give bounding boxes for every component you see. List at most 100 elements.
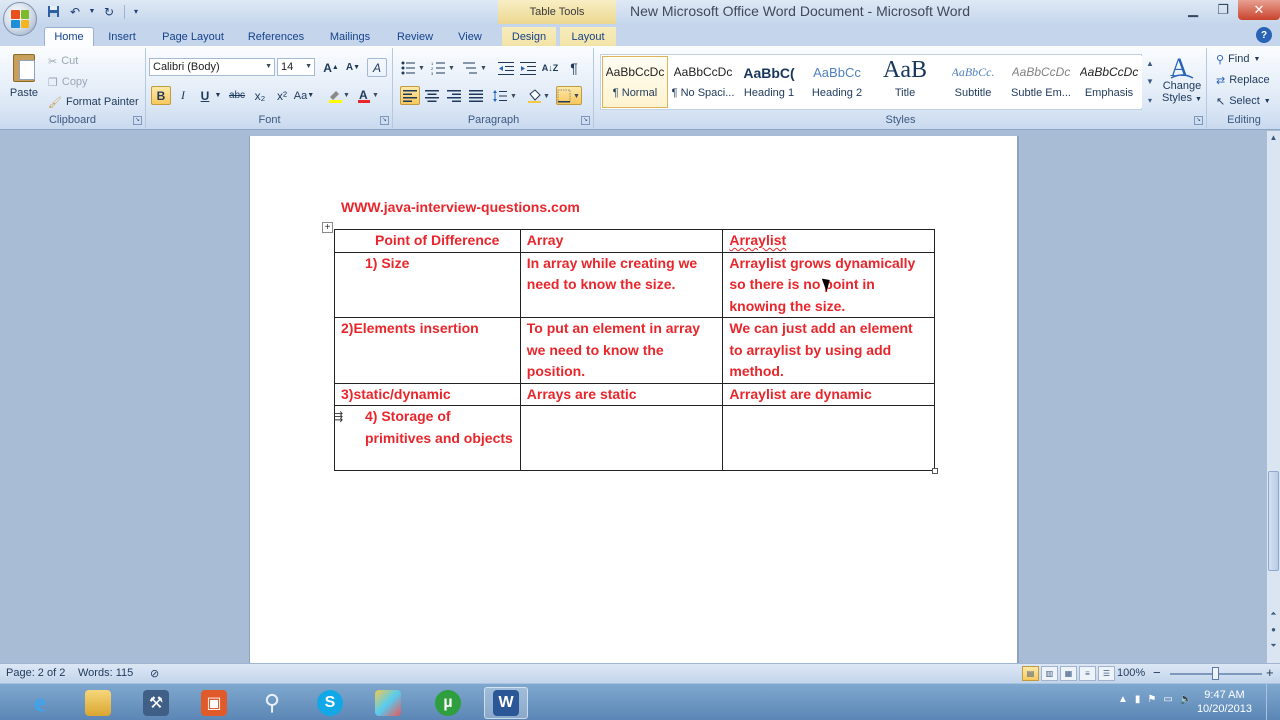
find-button[interactable]: ⚲ Find ▼ <box>1216 50 1260 68</box>
sort-button[interactable]: A↓Z <box>540 58 560 77</box>
table-cell[interactable]: Array <box>519 229 724 253</box>
underline-button[interactable]: U <box>195 86 215 105</box>
italic-button[interactable]: I <box>173 86 193 105</box>
paste-button[interactable]: Paste <box>6 52 42 108</box>
tab-mailings[interactable]: Mailings <box>322 27 378 46</box>
style-emphasis[interactable]: AaBbCcDc Emphasis <box>1076 56 1142 108</box>
align-right-button[interactable] <box>444 86 464 105</box>
zoom-out-icon[interactable]: − <box>1153 665 1161 680</box>
numbering-button[interactable]: 1 2 3 ▼ <box>430 58 456 77</box>
minimize-button[interactable]: ▁ <box>1178 0 1208 20</box>
clear-formatting-button[interactable]: A <box>367 58 387 77</box>
select-button[interactable]: ↖ Select ▼ <box>1216 92 1271 110</box>
shading-button[interactable]: ▼ <box>526 86 552 105</box>
redo-icon[interactable]: ↻ <box>100 3 118 20</box>
line-spacing-button[interactable]: ▼ <box>492 86 518 105</box>
battery-icon[interactable]: ▭ <box>1163 694 1172 705</box>
undo-icon[interactable]: ↶ <box>66 3 84 20</box>
next-page-icon[interactable]: ⏷ <box>1267 639 1280 653</box>
utorrent-icon[interactable]: µ <box>426 687 470 719</box>
tab-insert[interactable]: Insert <box>100 27 144 46</box>
flag-icon[interactable]: ⚑ <box>1147 694 1156 705</box>
table-cell[interactable]: Arraylist <box>722 229 935 253</box>
undo-dropdown-icon[interactable]: ▼ <box>88 3 96 20</box>
show-desktop-button[interactable] <box>1266 684 1280 720</box>
tab-home[interactable]: Home <box>44 27 94 46</box>
tools-app-icon[interactable]: ⚒ <box>134 687 178 719</box>
change-styles-button[interactable]: A Change Styles ▼ <box>1160 52 1204 112</box>
scroll-thumb[interactable] <box>1268 471 1279 571</box>
comparison-table[interactable]: Point of Difference Array Arraylist 1) S… <box>334 229 935 471</box>
zoom-level[interactable]: 100% <box>1117 667 1145 679</box>
style-subtitle[interactable]: AaBbCc. Subtitle <box>940 56 1006 108</box>
strikethrough-button[interactable]: abc <box>227 86 247 105</box>
chevron-up-icon[interactable]: ▲ <box>1146 59 1154 68</box>
table-cell[interactable]: To put an element in array we need to kn… <box>519 317 724 384</box>
table-cell[interactable]: Arrays are static <box>519 382 724 406</box>
file-explorer-icon[interactable] <box>76 687 120 719</box>
show-hide-button[interactable]: ¶ <box>564 58 584 77</box>
font-size-select[interactable]: 14 ▼ <box>277 58 315 76</box>
style-title[interactable]: AaB Title <box>872 56 938 108</box>
cut-button[interactable]: ✂ Cut <box>48 52 78 70</box>
zoom-in-icon[interactable]: + <box>1266 665 1274 680</box>
table-cell[interactable]: We can just add an element to arraylist … <box>722 317 935 384</box>
paragraph-launcher-icon[interactable]: ↘ <box>581 116 590 125</box>
system-clock[interactable]: 9:47 AM 10/20/2013 <box>1197 688 1252 716</box>
tab-references[interactable]: References <box>242 27 310 46</box>
justify-button[interactable] <box>466 86 486 105</box>
proofing-icon[interactable]: ⊘ <box>150 667 159 680</box>
table-cell[interactable]: 4) Storage of primitives and objects <box>334 405 521 471</box>
table-cell[interactable] <box>722 405 935 471</box>
underline-dropdown-icon[interactable]: ▼ <box>213 86 223 105</box>
multilevel-list-button[interactable]: ▼ <box>462 58 488 77</box>
restore-button[interactable]: ❐ <box>1208 0 1238 20</box>
skype-icon[interactable]: S <box>308 687 352 719</box>
tray-expand-icon[interactable]: ▲ <box>1118 694 1128 705</box>
help-icon[interactable]: ? <box>1256 27 1272 43</box>
table-cell[interactable]: 2)Elements insertion <box>334 317 521 384</box>
close-button[interactable]: ✕ <box>1238 0 1280 20</box>
center-button[interactable] <box>422 86 442 105</box>
document-link-text[interactable]: WWW.java-interview-questions.com <box>341 199 580 215</box>
browse-object-icon[interactable]: ● <box>1267 623 1280 637</box>
style-normal[interactable]: AaBbCcDc ¶ Normal <box>602 56 668 108</box>
web-layout-icon[interactable]: ▦ <box>1060 666 1077 681</box>
scroll-up-icon[interactable]: ▲ <box>1267 131 1280 145</box>
copy-button[interactable]: ❐ Copy <box>48 73 88 91</box>
search-app-icon[interactable]: ⚲ <box>250 687 294 719</box>
tab-review[interactable]: Review <box>390 27 440 46</box>
table-cell[interactable]: 1) Size <box>334 251 521 318</box>
more-styles-icon[interactable]: ▾ <box>1148 96 1152 105</box>
change-case-button[interactable]: Aa ▼ <box>294 86 314 105</box>
superscript-button[interactable]: x² <box>272 86 292 105</box>
customize-qat-icon[interactable]: ▾ <box>131 3 141 20</box>
full-screen-reading-icon[interactable]: ▥ <box>1041 666 1058 681</box>
format-painter-button[interactable]: 🖌 Format Painter <box>48 93 139 111</box>
word-count[interactable]: Words: 115 <box>78 667 133 679</box>
network-icon[interactable]: ▮ <box>1135 694 1141 705</box>
print-layout-icon[interactable]: ▤ <box>1022 666 1039 681</box>
document-area[interactable]: WWW.java-interview-questions.com + Point… <box>0 131 1266 663</box>
tab-view[interactable]: View <box>450 27 490 46</box>
word-taskbar-icon[interactable]: W <box>484 687 528 719</box>
shrink-font-button[interactable]: A ▼ <box>343 58 363 77</box>
zoom-slider[interactable] <box>1170 667 1262 680</box>
document-page[interactable]: WWW.java-interview-questions.com + Point… <box>249 136 1019 663</box>
subscript-button[interactable]: x₂ <box>250 86 270 105</box>
chevron-down-icon[interactable]: ▼ <box>1146 77 1154 86</box>
style-heading-2[interactable]: AaBbCc Heading 2 <box>804 56 870 108</box>
tab-layout[interactable]: Layout <box>560 27 616 46</box>
draft-icon[interactable]: ☰ <box>1098 666 1115 681</box>
clipboard-launcher-icon[interactable]: ↘ <box>133 116 142 125</box>
grow-font-button[interactable]: A ▲ <box>321 58 341 77</box>
bullets-button[interactable]: ▼ <box>400 58 426 77</box>
bold-button[interactable]: B <box>151 86 171 105</box>
table-cell[interactable]: 3)static/dynamic <box>334 382 521 406</box>
increase-indent-button[interactable] <box>518 58 538 77</box>
vertical-scrollbar[interactable]: ▲ ⏶ ● ⏷ <box>1266 131 1280 663</box>
table-cell[interactable]: Point of Difference <box>334 229 521 253</box>
previous-page-icon[interactable]: ⏶ <box>1267 607 1280 621</box>
styles-launcher-icon[interactable]: ↘ <box>1194 116 1203 125</box>
volume-icon[interactable]: 🔈 <box>1180 694 1192 705</box>
